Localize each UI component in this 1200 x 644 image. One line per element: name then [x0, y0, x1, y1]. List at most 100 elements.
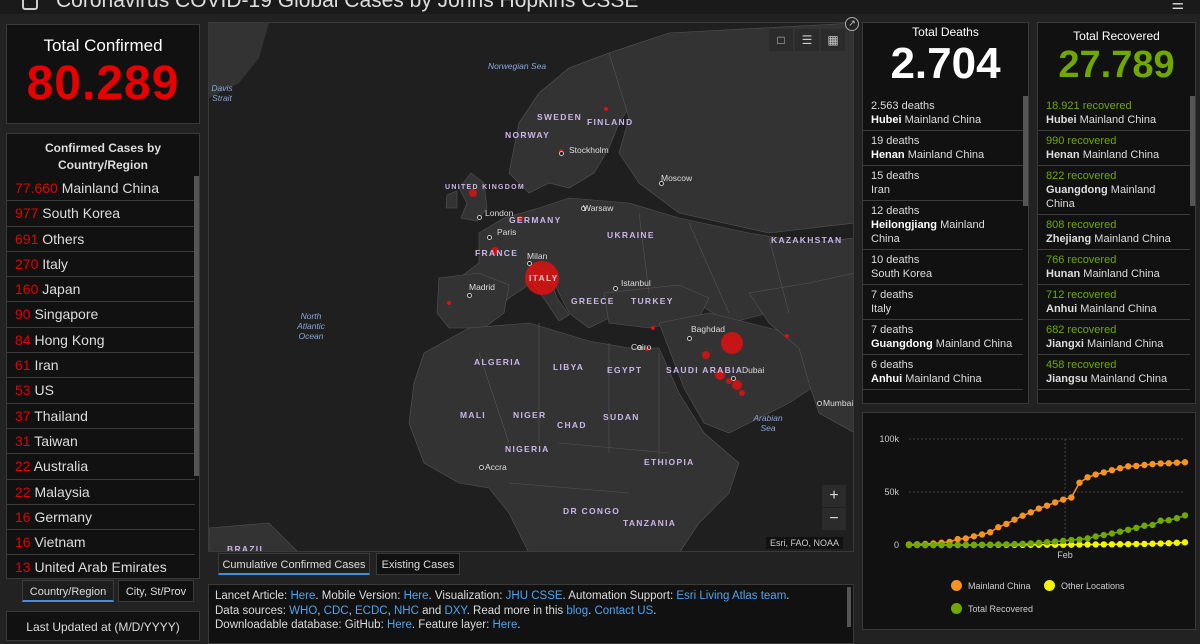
country-row[interactable]: 16 Vietnam: [7, 530, 195, 556]
map-label-italy: ITALY: [529, 273, 559, 283]
tab-cumulative-confirmed[interactable]: Cumulative Confirmed Cases: [218, 553, 370, 575]
recovered-region: Hubei: [1046, 114, 1077, 126]
blog-link[interactable]: blog: [566, 605, 588, 617]
tab-existing-cases[interactable]: Existing Cases: [376, 553, 460, 575]
deaths-location: Italy: [871, 302, 1015, 316]
world-map[interactable]: SWEDEN FINLAND NORWAY UNITED KINGDOM GER…: [208, 22, 854, 552]
chart-point: [1084, 474, 1091, 481]
chart-point: [1060, 496, 1067, 503]
nhc-link[interactable]: NHC: [394, 605, 419, 617]
shield-logo-icon: [22, 0, 38, 10]
tab-city-state[interactable]: City, St/Prov: [118, 580, 194, 602]
deaths-row[interactable]: 6 deaths Anhui Mainland China: [863, 355, 1023, 390]
recovered-row[interactable]: 822 recovered Guangdong Mainland China: [1038, 166, 1190, 215]
basemap-gallery-icon[interactable]: ▦: [821, 29, 845, 51]
dxy-link[interactable]: DXY: [444, 605, 466, 617]
country-row[interactable]: 22 Australia: [7, 454, 195, 480]
who-link[interactable]: WHO: [289, 605, 317, 617]
deaths-region: Heilongjiang: [871, 219, 937, 231]
chart-point: [1165, 539, 1172, 547]
chart-point: [1027, 540, 1034, 547]
chart-point: [978, 531, 986, 538]
contact-us-link[interactable]: Contact US: [594, 605, 653, 617]
map-label-uk: UNITED KINGDOM: [445, 184, 526, 191]
ecdc-link[interactable]: ECDC: [355, 605, 388, 617]
deaths-row[interactable]: 15 deaths Iran: [863, 166, 1023, 201]
zoom-in-button[interactable]: +: [822, 485, 846, 507]
deaths-country: Iran: [871, 184, 890, 196]
jhu-csse-link[interactable]: JHU CSSE: [506, 590, 563, 602]
zoom-out-button[interactable]: −: [822, 508, 846, 530]
country-row[interactable]: 37 Thailand: [7, 404, 195, 429]
country-name: Thailand: [34, 407, 88, 424]
city-label-mumbai: Mumbai: [823, 398, 854, 408]
legend-other-locations[interactable]: Other Locations: [1044, 580, 1125, 591]
recovered-row[interactable]: 712 recovered Anhui Mainland China: [1038, 285, 1190, 320]
total-confirmed-value: 80.289: [26, 57, 180, 110]
country-row[interactable]: 61 Iran: [7, 353, 195, 379]
cdc-link[interactable]: CDC: [324, 605, 349, 617]
country-row[interactable]: 16 Germany: [7, 505, 195, 531]
case-circle-finland: [604, 107, 608, 111]
mobile-version-link[interactable]: Here: [404, 590, 429, 602]
recovered-row[interactable]: 682 recovered Jiangxi Mainland China: [1038, 320, 1190, 355]
country-row[interactable]: 31 Taiwan: [7, 429, 195, 455]
country-row[interactable]: 22 Malaysia: [7, 480, 195, 505]
recovered-scrollbar[interactable]: [1190, 96, 1195, 206]
legend-mainland-china[interactable]: Mainland China: [951, 580, 1031, 591]
feature-layer-link[interactable]: Here: [492, 619, 517, 631]
lancet-article-link[interactable]: Here: [290, 590, 315, 602]
chart-point: [1173, 539, 1181, 546]
esri-living-atlas-link[interactable]: Esri Living Atlas team: [676, 590, 786, 602]
deaths-country: Mainland China: [905, 373, 982, 385]
tab-country-region[interactable]: Country/Region: [22, 580, 114, 602]
deaths-row[interactable]: 7 deaths Italy: [863, 285, 1023, 320]
recovered-location: Henan Mainland China: [1046, 148, 1182, 162]
country-row[interactable]: 13 United Arab Emirates: [7, 555, 195, 578]
deaths-row[interactable]: 19 deaths Henan Mainland China: [863, 131, 1023, 166]
map-label-nigeria: NIGERIA: [505, 444, 550, 454]
chart-point: [905, 541, 913, 549]
country-row[interactable]: 160 Japan: [7, 277, 195, 303]
country-row[interactable]: 691 Others: [7, 227, 195, 252]
info-line-3: Downloadable database: GitHub: Here. Fea…: [215, 618, 847, 633]
legend-list-icon[interactable]: ☰: [795, 29, 819, 51]
country-row[interactable]: 53 US: [7, 378, 195, 404]
github-link[interactable]: Here: [387, 619, 412, 631]
country-row[interactable]: 977 South Korea: [7, 201, 195, 227]
map-land-svg: [209, 23, 853, 551]
chart-point: [995, 524, 1002, 531]
deaths-location: South Korea: [871, 267, 1015, 281]
chart-point: [1108, 467, 1116, 474]
country-row[interactable]: 90 Singapore: [7, 302, 195, 328]
bookmark-icon[interactable]: □: [769, 29, 793, 51]
country-row[interactable]: 84 Hong Kong: [7, 328, 195, 354]
country-row[interactable]: 270 Italy: [7, 252, 195, 278]
expand-icon[interactable]: ↗: [845, 17, 859, 31]
recovered-row[interactable]: 808 recovered Zhejiang Mainland China: [1038, 215, 1190, 250]
deaths-row[interactable]: 2.563 deaths Hubei Mainland China: [863, 96, 1023, 131]
deaths-count: 7 deaths: [871, 289, 914, 301]
menu-icon[interactable]: ☰: [1171, 0, 1184, 13]
country-name: Italy: [42, 255, 68, 272]
chart-point: [1011, 516, 1018, 523]
deaths-scrollbar[interactable]: [1023, 96, 1028, 206]
recovered-row[interactable]: 990 recovered Henan Mainland China: [1038, 131, 1190, 166]
legend-total-recovered[interactable]: Total Recovered: [951, 603, 1033, 614]
country-name: Others: [42, 230, 85, 247]
recovered-row[interactable]: 766 recovered Hunan Mainland China: [1038, 250, 1190, 285]
chart-point: [1157, 540, 1164, 547]
info-scrollbar[interactable]: [847, 587, 851, 627]
country-row[interactable]: 77.660 Mainland China: [7, 176, 195, 202]
info-text: . Mobile Version:: [315, 590, 404, 602]
deaths-row[interactable]: 10 deaths South Korea: [863, 250, 1023, 285]
recovered-country: Mainland China: [1083, 268, 1160, 280]
deaths-row[interactable]: 12 deaths Heilongjiang Mainland China: [863, 201, 1023, 250]
info-text: .: [653, 604, 657, 617]
recovered-row[interactable]: 458 recovered Jiangsu Mainland China: [1038, 355, 1190, 390]
deaths-row[interactable]: 7 deaths Guangdong Mainland China: [863, 320, 1023, 355]
recovered-row[interactable]: 18.921 recovered Hubei Mainland China: [1038, 96, 1190, 131]
deaths-count: 10 deaths: [871, 254, 920, 266]
country-list-scrollbar[interactable]: [194, 176, 199, 476]
recovered-location: Guangdong Mainland China: [1046, 183, 1182, 211]
